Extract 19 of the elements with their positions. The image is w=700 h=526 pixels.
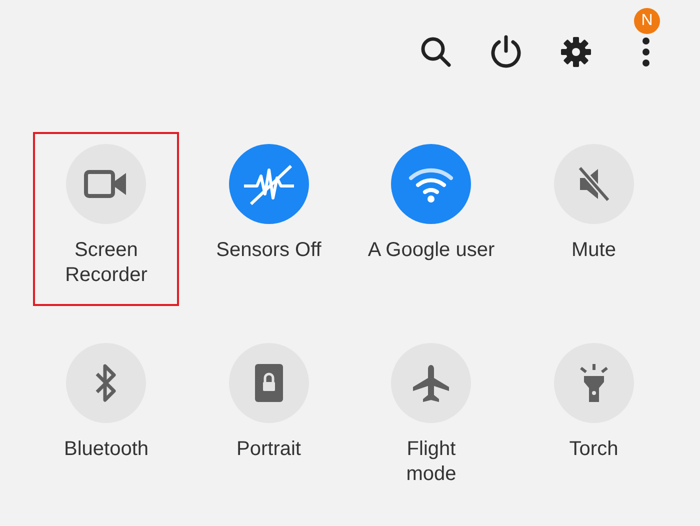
airplane-icon (411, 363, 452, 403)
video-camera-icon (84, 169, 128, 199)
tile-label: Flight mode (406, 437, 456, 487)
lock-rotation-icon (254, 363, 284, 403)
bluetooth-icon (94, 363, 118, 403)
power-button[interactable] (488, 34, 524, 70)
power-icon (490, 35, 522, 69)
tile-label: Mute (572, 238, 616, 263)
tile-label: Bluetooth (64, 437, 148, 462)
profile-badge: N (634, 8, 660, 34)
settings-icon (561, 37, 591, 67)
tile-label: A Google user (368, 238, 495, 263)
more-icon (642, 37, 650, 67)
search-icon (420, 36, 452, 68)
tile-label: Portrait (236, 437, 301, 462)
settings-button[interactable] (558, 34, 594, 70)
tile-label: Torch (569, 437, 618, 462)
tile-label: Screen Recorder (65, 238, 148, 288)
tile-label: Sensors Off (216, 238, 322, 263)
